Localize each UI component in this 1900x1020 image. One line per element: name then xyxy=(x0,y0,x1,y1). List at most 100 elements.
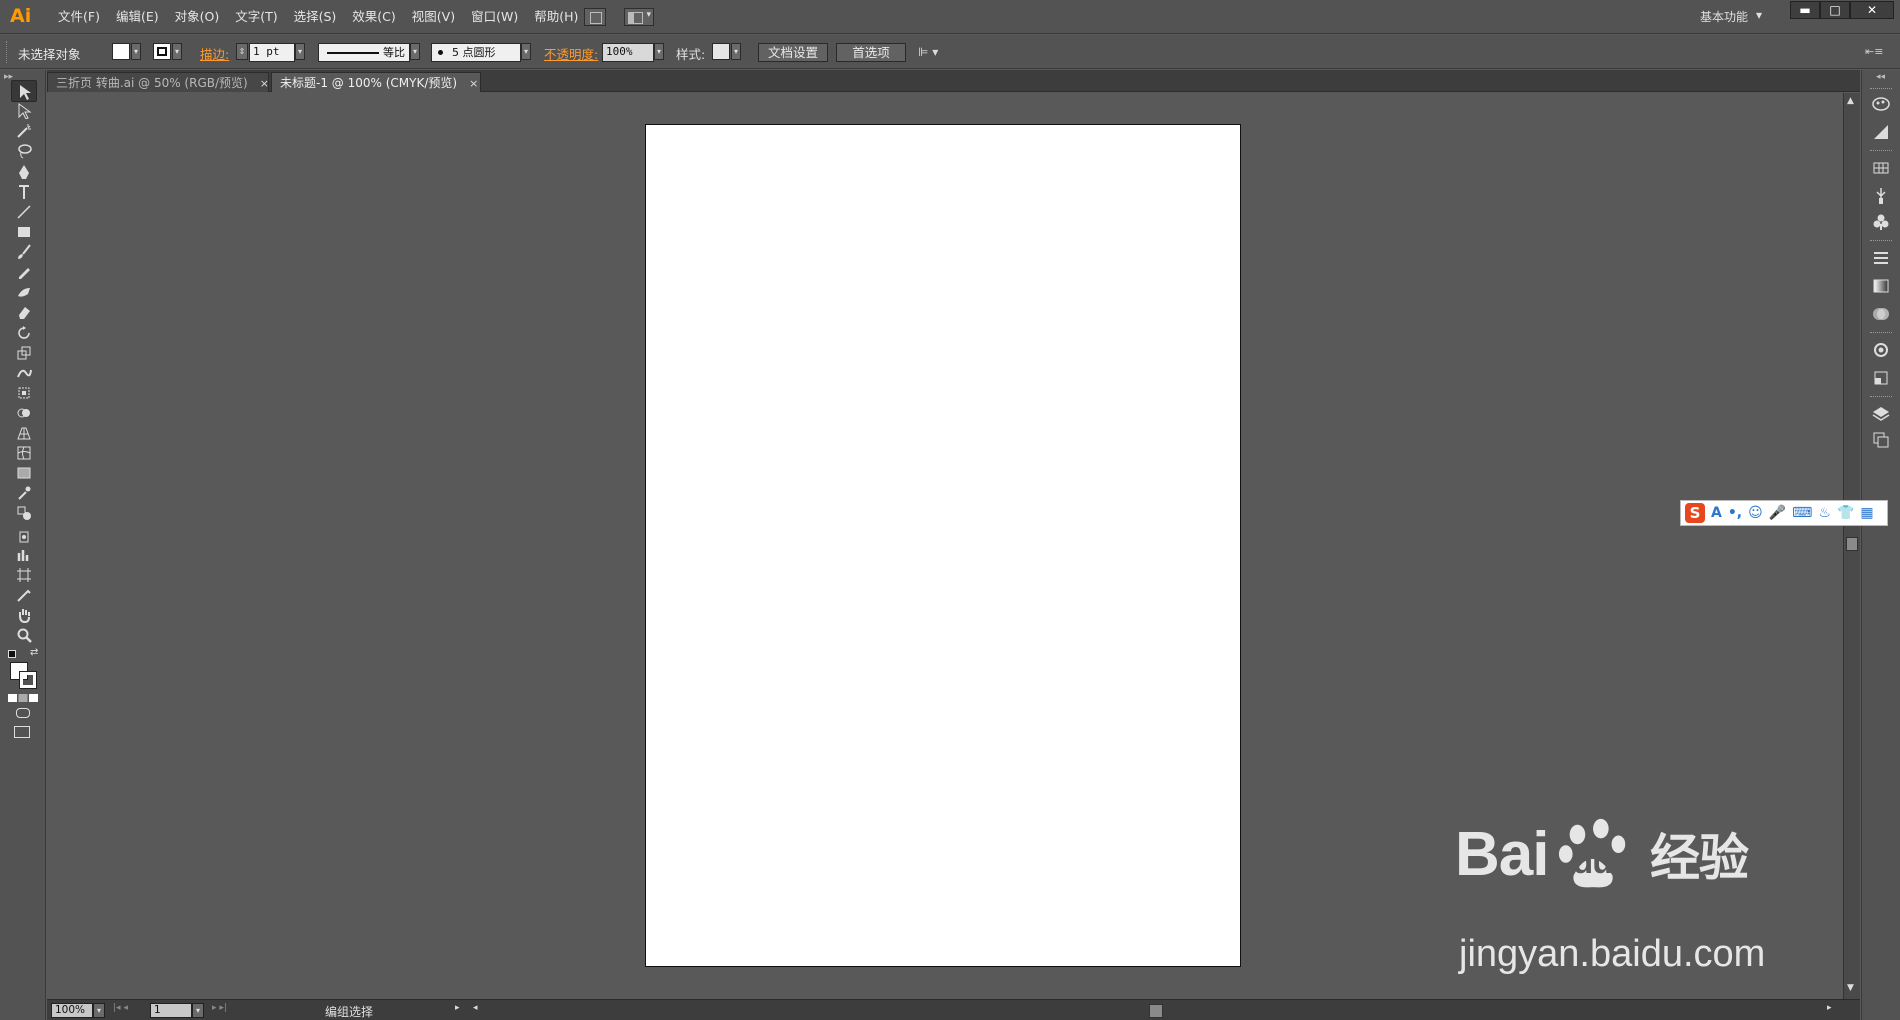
eyedropper-tool[interactable] xyxy=(11,482,37,504)
opacity-label[interactable]: 不透明度: xyxy=(544,44,598,63)
vertical-scrollbar[interactable]: ▲ ▼ xyxy=(1843,93,1860,999)
panel-menu-icon[interactable]: ⇤≡ xyxy=(1865,45,1883,64)
graphic-styles-icon[interactable] xyxy=(1871,368,1893,388)
menu-help[interactable]: 帮助(H) xyxy=(526,0,586,34)
artboard[interactable] xyxy=(645,124,1241,967)
menu-view[interactable]: 视图(V) xyxy=(404,0,463,34)
color-panel-icon[interactable] xyxy=(1871,94,1893,114)
shape-builder-tool[interactable] xyxy=(11,402,37,424)
artboard-dropdown[interactable]: ▾ xyxy=(192,1003,204,1018)
symbol-sprayer-tool[interactable] xyxy=(11,524,37,546)
menu-object[interactable]: 对象(O) xyxy=(167,0,228,34)
mesh-tool[interactable] xyxy=(11,442,37,464)
fill-swatch[interactable] xyxy=(112,43,130,60)
layers-icon[interactable] xyxy=(1871,404,1893,424)
selection-tool[interactable] xyxy=(11,80,37,102)
ime-keyboard-icon[interactable]: ⌨ xyxy=(1792,505,1812,521)
arrange-documents-button[interactable] xyxy=(624,8,654,26)
ime-punctuation-icon[interactable]: •, xyxy=(1728,505,1742,521)
preferences-button[interactable]: 首选项 xyxy=(836,43,906,62)
hand-tool[interactable] xyxy=(11,604,37,626)
gradient-tool[interactable] xyxy=(11,462,37,484)
style-dropdown[interactable]: ▾ xyxy=(731,43,741,60)
ime-grid-icon[interactable]: ▦ xyxy=(1860,505,1873,521)
blend-tool[interactable] xyxy=(11,502,37,524)
zoom-tool[interactable] xyxy=(11,624,37,646)
scroll-up-icon[interactable]: ▲ xyxy=(1847,96,1854,106)
free-transform-tool[interactable] xyxy=(11,382,37,404)
horizontal-scroll-thumb[interactable] xyxy=(1149,1004,1163,1018)
stroke-swatch[interactable] xyxy=(153,43,171,60)
sogou-logo-icon[interactable]: S xyxy=(1685,503,1705,523)
swap-colors-icon[interactable]: ⇄ xyxy=(30,647,38,658)
ime-mode-icon[interactable]: A xyxy=(1711,505,1722,521)
gradient-panel-icon[interactable] xyxy=(1871,276,1893,296)
stroke-weight-field[interactable]: 1 pt xyxy=(249,43,295,62)
menu-window[interactable]: 窗口(W) xyxy=(463,0,526,34)
line-tool[interactable] xyxy=(11,201,37,223)
ime-tools-icon[interactable]: ♨ xyxy=(1818,505,1831,521)
zoom-field[interactable]: 100% xyxy=(51,1003,93,1018)
workspace-switcher[interactable]: 基本功能 ▾ xyxy=(1700,8,1762,25)
menu-edit[interactable]: 编辑(E) xyxy=(108,0,167,34)
tab-untitled[interactable]: 未标题-1 @ 100% (CMYK/预览) × xyxy=(271,72,481,92)
opacity-field[interactable]: 100% xyxy=(602,43,654,62)
close-tab-icon[interactable]: × xyxy=(260,77,269,90)
color-mode-icons[interactable] xyxy=(8,694,38,702)
horizontal-scrollbar[interactable] xyxy=(473,1004,1861,1018)
tab-trifold[interactable]: 三折页 转曲.ai @ 50% (RGB/预览) × xyxy=(47,72,269,92)
appearance-icon[interactable] xyxy=(1871,340,1893,360)
ime-skin-icon[interactable]: 👕 xyxy=(1837,505,1854,521)
color-guide-icon[interactable] xyxy=(1871,122,1893,142)
align-options-icon[interactable]: ⊫ ▾ xyxy=(918,45,948,64)
expand-panels-icon[interactable]: ◂◂ xyxy=(1876,72,1885,82)
minimize-button[interactable]: ▬ xyxy=(1790,1,1820,19)
stroke-panel-icon[interactable] xyxy=(1871,248,1893,268)
perspective-grid-tool[interactable] xyxy=(11,422,37,444)
magic-wand-tool[interactable] xyxy=(11,120,37,142)
menu-select[interactable]: 选择(S) xyxy=(286,0,345,34)
first-artboard-icon[interactable]: |◂ ◂ xyxy=(113,1003,128,1013)
fill-dropdown[interactable]: ▾ xyxy=(131,43,141,60)
scroll-right-icon[interactable]: ▸ xyxy=(1827,1003,1832,1013)
drawing-mode-icon[interactable] xyxy=(16,708,30,718)
swatches-icon[interactable] xyxy=(1871,158,1893,178)
status-menu-icon[interactable]: ▸ xyxy=(455,1003,460,1013)
eraser-tool[interactable] xyxy=(11,301,37,323)
scroll-down-icon[interactable]: ▼ xyxy=(1847,983,1854,993)
column-graph-tool[interactable] xyxy=(11,544,37,566)
opacity-dropdown[interactable]: ▾ xyxy=(654,43,664,60)
artboards-icon[interactable] xyxy=(1871,430,1893,450)
pen-tool[interactable] xyxy=(11,161,37,183)
brush-dropdown[interactable]: ▾ xyxy=(521,43,531,60)
stroke-dropdown[interactable]: ▾ xyxy=(172,43,182,60)
artboard-tool[interactable] xyxy=(11,564,37,586)
ime-voice-icon[interactable]: 🎤 xyxy=(1769,505,1786,521)
symbols-icon[interactable] xyxy=(1871,212,1893,232)
control-bar-grip[interactable] xyxy=(6,41,9,63)
stroke-stepper[interactable]: ⇕ xyxy=(236,43,248,60)
default-colors-icon[interactable] xyxy=(8,650,16,658)
stroke-color-box[interactable] xyxy=(19,671,37,689)
rotate-tool[interactable] xyxy=(11,322,37,344)
close-tab-icon[interactable]: × xyxy=(469,77,478,90)
variable-width-profile[interactable]: 等比 xyxy=(318,43,410,62)
go-to-bridge-button[interactable] xyxy=(584,8,606,26)
transparency-icon[interactable] xyxy=(1871,304,1893,324)
artboard-field[interactable]: 1 xyxy=(150,1003,192,1018)
document-setup-button[interactable]: 文档设置 xyxy=(758,43,828,62)
close-button[interactable]: ✕ xyxy=(1850,1,1894,19)
zoom-dropdown[interactable]: ▾ xyxy=(93,1003,105,1018)
vertical-scroll-thumb[interactable] xyxy=(1846,537,1858,551)
type-tool[interactable] xyxy=(11,181,37,203)
style-swatch[interactable] xyxy=(712,43,730,60)
pencil-tool[interactable] xyxy=(11,261,37,283)
stroke-label[interactable]: 描边: xyxy=(200,44,229,63)
next-artboard-icon[interactable]: ▸ ▸| xyxy=(212,1003,227,1013)
direct-selection-tool[interactable] xyxy=(11,100,37,122)
blob-brush-tool[interactable] xyxy=(11,281,37,303)
stroke-weight-dropdown[interactable]: ▾ xyxy=(295,43,305,60)
lasso-tool[interactable] xyxy=(11,140,37,162)
slice-tool[interactable] xyxy=(11,584,37,606)
warp-tool[interactable] xyxy=(11,362,37,384)
